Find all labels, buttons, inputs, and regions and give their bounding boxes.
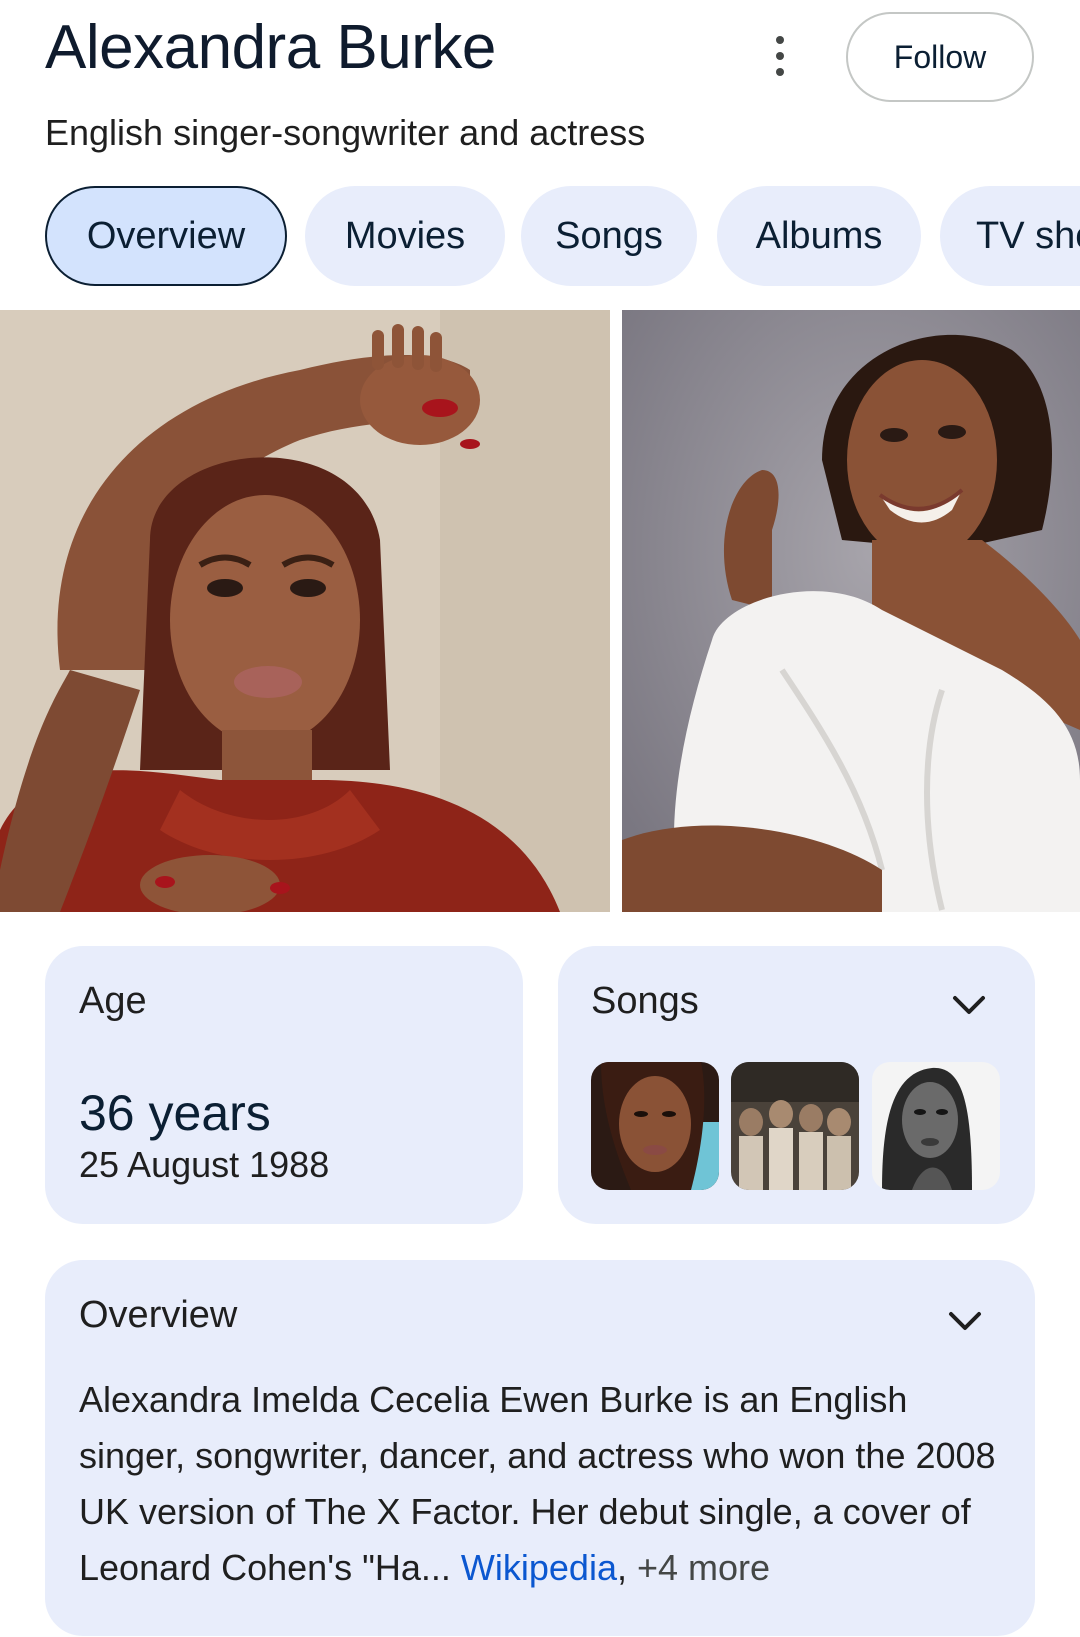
chevron-down-icon[interactable]	[947, 1310, 983, 1332]
overview-label: Overview	[79, 1294, 238, 1336]
entity-description: English singer-songwriter and actress	[45, 112, 646, 153]
tab-movies[interactable]: Movies	[305, 186, 505, 286]
songs-label: Songs	[591, 980, 699, 1022]
tab-bar: Overview Movies Songs Albums TV sho	[45, 186, 1080, 286]
age-label: Age	[79, 980, 147, 1022]
kebab-dot	[776, 36, 784, 44]
portrait-illustration	[622, 310, 1080, 912]
more-sources-link[interactable]: +4 more	[627, 1547, 770, 1588]
chevron-down-icon[interactable]	[951, 994, 987, 1016]
page-title: Alexandra Burke	[45, 13, 496, 82]
follow-button[interactable]: Follow	[846, 12, 1034, 102]
tab-songs[interactable]: Songs	[521, 186, 697, 286]
age-value: 36 years	[79, 1085, 271, 1141]
more-vert-icon[interactable]	[766, 36, 794, 76]
overview-ellipsis: ...	[420, 1547, 461, 1588]
tab-albums[interactable]: Albums	[717, 186, 921, 286]
songs-card[interactable]: Songs	[558, 946, 1035, 1224]
photo-portrait-red-top[interactable]	[0, 310, 610, 912]
birth-date: 25 August 1988	[79, 1144, 330, 1185]
overview-card: Overview Alexandra Imelda Cecelia Ewen B…	[45, 1260, 1035, 1636]
overview-description: Alexandra Imelda Cecelia Ewen Burke is a…	[79, 1372, 1009, 1596]
kebab-dot	[776, 52, 784, 60]
age-card: Age 36 years 25 August 1988	[45, 946, 523, 1224]
tab-tv-shows[interactable]: TV sho	[940, 186, 1080, 286]
song-thumbnail[interactable]	[731, 1062, 859, 1190]
song-cover-art	[872, 1062, 1000, 1190]
source-separator: ,	[616, 1547, 627, 1588]
portrait-illustration	[0, 310, 610, 912]
song-thumbnail[interactable]	[591, 1062, 719, 1190]
kebab-dot	[776, 68, 784, 76]
wikipedia-link[interactable]: Wikipedia	[461, 1547, 617, 1588]
knowledge-panel: Alexandra Burke Follow English singer-so…	[0, 0, 1080, 1637]
song-thumbnail[interactable]	[872, 1062, 1000, 1190]
tab-overview[interactable]: Overview	[45, 186, 287, 286]
song-cover-art	[731, 1062, 859, 1190]
song-cover-art	[591, 1062, 719, 1190]
photo-portrait-white-shirt[interactable]	[622, 310, 1080, 912]
